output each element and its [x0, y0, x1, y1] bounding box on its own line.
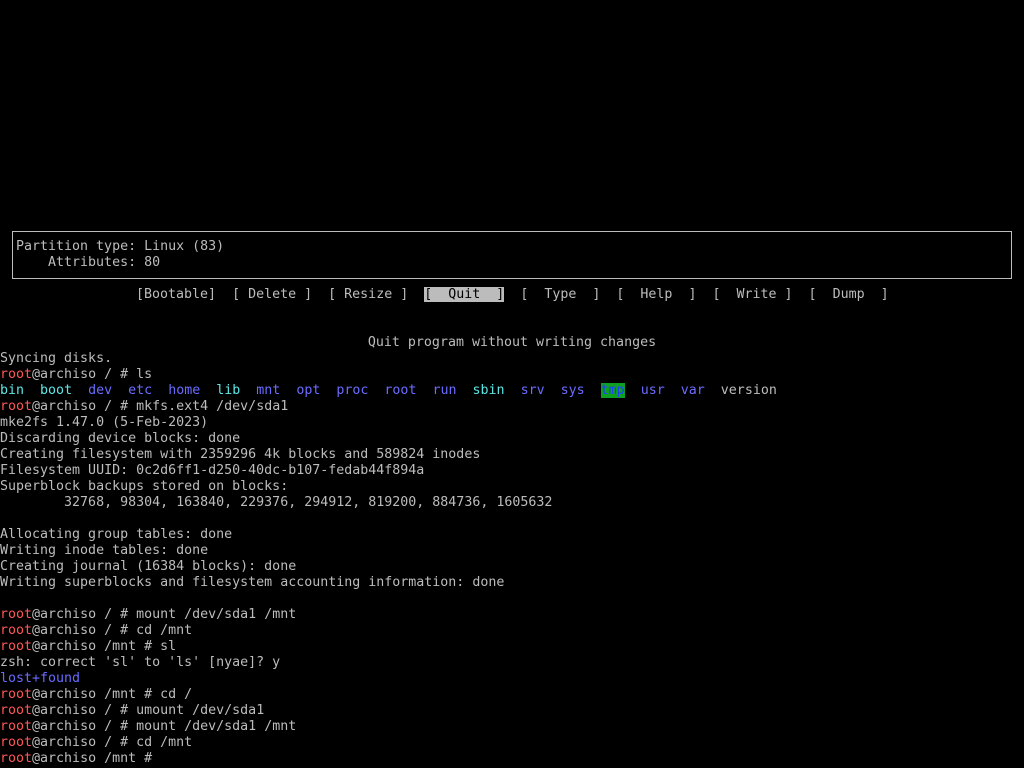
terminal-line: zsh: correct 'sl' to 'ls' [nyae]? y: [0, 655, 281, 670]
prompt-user: root: [0, 367, 33, 382]
ls-entry: dev: [88, 383, 113, 398]
command-text: mount /dev/sda1 /mnt: [136, 607, 297, 622]
prompt-host: @archiso / #: [32, 703, 137, 718]
ls-entry: opt: [296, 383, 321, 398]
ls-entry: proc: [336, 383, 369, 398]
cfdisk-menu-bar: [Bootable] [ Delete ] [ Resize ] [ Quit …: [136, 287, 889, 303]
terminal-line: 32768, 98304, 163840, 229376, 294912, 81…: [0, 495, 553, 510]
terminal-line: Writing superblocks and filesystem accou…: [0, 575, 505, 590]
partition-info-box: Partition type: Linux (83) Attributes: 8…: [12, 231, 1012, 279]
ls-entry: tmp: [600, 383, 625, 398]
ls-entry: lib: [216, 383, 241, 398]
command-text: mkfs.ext4 /dev/sda1: [136, 399, 289, 414]
prompt-host: @archiso / #: [32, 623, 137, 638]
terminal-line: mke2fs 1.47.0 (5-Feb-2023): [0, 415, 209, 430]
menu-hint-text: Quit program without writing changes: [367, 335, 657, 350]
prompt-user: root: [0, 719, 33, 734]
prompt-host: @archiso /mnt #: [32, 687, 161, 702]
prompt-line: root@archiso / # ls: [0, 367, 152, 383]
prompt-line: root@archiso /mnt # cd /: [0, 687, 192, 703]
prompt-user: root: [0, 623, 33, 638]
partition-attributes-line: Attributes: 80: [16, 255, 161, 270]
prompt-user: root: [0, 751, 33, 766]
terminal-line: Syncing disks.: [0, 351, 113, 366]
prompt-line: root@archiso / # cd /mnt: [0, 735, 192, 751]
command-text: cd /mnt: [136, 623, 193, 638]
menu-help-button[interactable]: [ Help ]: [616, 287, 696, 302]
command-text: cd /: [160, 687, 193, 702]
terminal-line: Creating journal (16384 blocks): done: [0, 559, 297, 574]
prompt-line: root@archiso /mnt # sl: [0, 639, 176, 655]
prompt-host: @archiso / #: [32, 735, 137, 750]
terminal-line: Superblock backups stored on blocks:: [0, 479, 289, 494]
command-text: mount /dev/sda1 /mnt: [136, 719, 297, 734]
prompt-host: @archiso / #: [32, 719, 137, 734]
prompt-user: root: [0, 639, 33, 654]
prompt-line: root@archiso / # cd /mnt: [0, 623, 192, 639]
terminal-line: Discarding device blocks: done: [0, 431, 241, 446]
prompt-line: root@archiso / # mount /dev/sda1 /mnt: [0, 607, 296, 623]
ls-entry: usr: [640, 383, 665, 398]
ls-entry: boot: [40, 383, 73, 398]
menu-write-button[interactable]: [ Write ]: [712, 287, 792, 302]
active-prompt-line[interactable]: root@archiso /mnt #: [0, 751, 160, 767]
command-text: sl: [160, 639, 177, 654]
prompt-host: @archiso / #: [32, 399, 137, 414]
menu-type-button[interactable]: [ Type ]: [520, 287, 600, 302]
ls-entry: home: [168, 383, 201, 398]
prompt-user: root: [0, 607, 33, 622]
terminal-line: Writing inode tables: done: [0, 543, 209, 558]
prompt-line: root@archiso / # mount /dev/sda1 /mnt: [0, 719, 296, 735]
ls-entry: run: [432, 383, 457, 398]
ls-entry: sys: [560, 383, 585, 398]
prompt-host: @archiso / #: [32, 367, 137, 382]
command-text: umount /dev/sda1: [136, 703, 265, 718]
menu-delete-button[interactable]: [ Delete ]: [232, 287, 312, 302]
ls-entry: sbin: [472, 383, 505, 398]
menu-bootable-button[interactable]: [Bootable]: [136, 287, 216, 302]
menu-dump-button[interactable]: [ Dump ]: [809, 287, 889, 302]
terminal-line: Allocating group tables: done: [0, 527, 233, 542]
prompt-user: root: [0, 687, 33, 702]
ls-entry: lost+found: [0, 671, 81, 686]
menu-quit-button[interactable]: [ Quit ]: [424, 287, 505, 302]
ls-output-line: bin boot dev etc home lib mnt opt proc r…: [0, 383, 777, 399]
prompt-line: root@archiso / # umount /dev/sda1: [0, 703, 264, 719]
ls-entry: etc: [128, 383, 153, 398]
ls-entry: srv: [520, 383, 545, 398]
prompt-line: root@archiso / # mkfs.ext4 /dev/sda1: [0, 399, 288, 415]
menu-resize-button[interactable]: [ Resize ]: [328, 287, 408, 302]
ls-entry: bin: [0, 383, 25, 398]
prompt-host: @archiso / #: [32, 607, 137, 622]
command-text: cd /mnt: [136, 735, 193, 750]
prompt-host: @archiso /mnt #: [32, 751, 161, 766]
partition-type-line: Partition type: Linux (83): [16, 239, 225, 254]
prompt-user: root: [0, 703, 33, 718]
ls-entry: version: [720, 383, 777, 398]
command-text: ls: [136, 367, 153, 382]
ls-entry: mnt: [256, 383, 281, 398]
prompt-user: root: [0, 399, 33, 414]
terminal-line: Filesystem UUID: 0c2d6ff1-d250-40dc-b107…: [0, 463, 425, 478]
prompt-user: root: [0, 735, 33, 750]
ls-entry: var: [680, 383, 705, 398]
ls-entry: root: [384, 383, 417, 398]
terminal-line: Creating filesystem with 2359296 4k bloc…: [0, 447, 481, 462]
prompt-host: @archiso /mnt #: [32, 639, 161, 654]
